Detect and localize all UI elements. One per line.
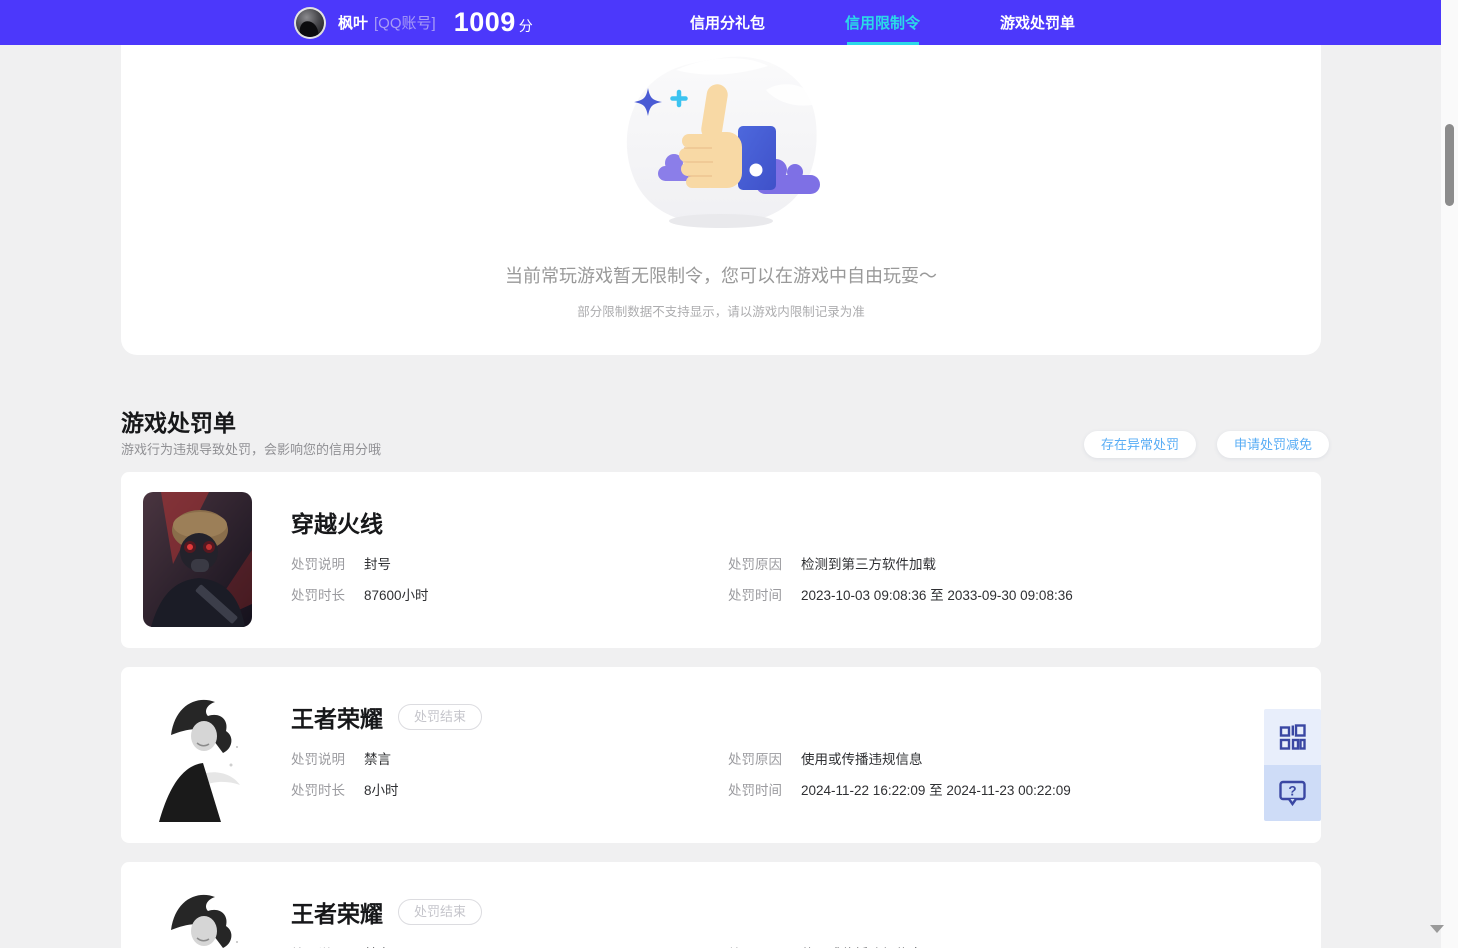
penalty-time-field: 处罚时间 2023-10-03 09:08:36 至 2033-09-30 09…	[728, 584, 1073, 604]
penalty-time-value: 2023-10-03 09:08:36 至 2033-09-30 09:08:3…	[801, 588, 1073, 603]
penalty-time-field: 处罚时间 2024-11-22 16:22:09 至 2024-11-23 00…	[728, 779, 1071, 799]
penalty-time-value: 2024-11-22 16:22:09 至 2024-11-23 00:22:0…	[801, 783, 1071, 798]
card-title-row: 穿越火线	[291, 508, 383, 537]
penalty-card: 穿越火线 处罚说明 封号 处罚原因 检测到第三方软件加载 处罚时长 87600小…	[121, 472, 1321, 648]
penalty-reason-label: 处罚原因	[728, 752, 782, 767]
card-title-row: 王者荣耀 处罚结束	[291, 703, 483, 732]
penalty-duration-value: 8小时	[364, 783, 399, 798]
penalty-card: 王者荣耀 处罚结束 处罚说明 禁言 处罚原因 使用或传播违规信息	[121, 862, 1321, 948]
penalty-desc-value: 禁言	[364, 943, 391, 948]
scroll-down-arrow-icon[interactable]	[1430, 925, 1444, 933]
top-navbar: 枫叶 [QQ账号] 1009 分 信用分礼包 信用限制令 游戏处罚单	[0, 0, 1441, 45]
penalty-desc-value: 禁言	[364, 752, 391, 767]
honor-of-kings-game-art	[143, 687, 252, 822]
penalty-section-subtitle: 游戏行为违规导致处罚，会影响您的信用分哦	[121, 442, 382, 457]
penalty-finished-badge: 处罚结束	[398, 899, 483, 925]
penalty-reason-field: 处罚原因 检测到第三方软件加载	[728, 553, 936, 573]
penalty-card-list: 穿越火线 处罚说明 封号 处罚原因 检测到第三方软件加载 处罚时长 87600小…	[121, 472, 1321, 948]
penalty-reason-field: 处罚原因 使用或传播违规信息	[728, 943, 923, 948]
penalty-row-1: 处罚说明 禁言 处罚原因 使用或传播违规信息	[291, 943, 1301, 948]
restriction-empty-panel: 当前常玩游戏暂无限制令，您可以在游戏中自由玩耍～ 部分限制数据不支持显示，请以游…	[121, 45, 1321, 355]
penalty-reason-field: 处罚原因 使用或传播违规信息	[728, 748, 923, 768]
penalty-actions: 存在异常处罚 申请处罚减免	[1084, 431, 1330, 458]
user-avatar[interactable]	[294, 6, 326, 39]
penalty-desc-field: 处罚说明 禁言	[291, 748, 391, 768]
credit-score-unit: 分	[518, 17, 533, 34]
penalty-desc-label: 处罚说明	[291, 943, 364, 948]
thumbs-up-illustration	[626, 56, 820, 228]
abnormal-penalty-button[interactable]: 存在异常处罚	[1084, 431, 1197, 458]
scrollbar-thumb[interactable]	[1445, 124, 1454, 206]
credit-score: 1009	[453, 7, 516, 37]
penalty-finished-badge: 处罚结束	[398, 704, 483, 730]
penalty-reason-value: 检测到第三方软件加载	[801, 557, 936, 572]
help-button[interactable]: ?	[1264, 765, 1321, 821]
nav-tab-1[interactable]: 信用限制令	[805, 0, 960, 45]
penalty-time-label: 处罚时间	[728, 588, 782, 603]
game-thumbnail	[143, 882, 252, 948]
penalty-desc-label: 处罚说明	[291, 752, 345, 767]
card-title-row: 王者荣耀 处罚结束	[291, 898, 483, 927]
penalty-desc-field: 处罚说明 封号	[291, 553, 391, 573]
question-mark-glyph: ?	[1288, 784, 1296, 799]
game-title: 穿越火线	[291, 511, 383, 537]
account-type-tag: [QQ账号]	[374, 15, 436, 32]
penalty-row-1: 处罚说明 禁言 处罚原因 使用或传播违规信息	[291, 748, 1301, 768]
penalty-row-2: 处罚时长 87600小时 处罚时间 2023-10-03 09:08:36 至 …	[291, 584, 1301, 604]
empty-state-title: 当前常玩游戏暂无限制令，您可以在游戏中自由玩耍～	[505, 266, 937, 286]
game-credit-page: 枫叶 [QQ账号] 1009 分 信用分礼包 信用限制令 游戏处罚单 当前常玩游…	[0, 0, 1458, 948]
penalty-reason-label: 处罚原因	[728, 943, 801, 948]
penalty-row-1: 处罚说明 封号 处罚原因 检测到第三方软件加载	[291, 553, 1301, 573]
penalty-duration-label: 处罚时长	[291, 588, 345, 603]
penalty-reason-value: 使用或传播违规信息	[801, 752, 923, 767]
penalty-duration-field: 处罚时长 8小时	[291, 779, 399, 799]
user-block: 枫叶 [QQ账号] 1009 分	[294, 0, 533, 45]
penalty-card: 王者荣耀 处罚结束 处罚说明 禁言 处罚原因 使用或传播违规信息 处罚时长 8小…	[121, 667, 1321, 843]
penalty-desc-label: 处罚说明	[291, 557, 345, 572]
penalty-relief-button[interactable]: 申请处罚减免	[1217, 431, 1330, 458]
game-thumbnail	[143, 687, 252, 822]
nav-tab-0[interactable]: 信用分礼包	[650, 0, 805, 45]
qr-code-button[interactable]	[1264, 709, 1321, 765]
nav-tab-2[interactable]: 游戏处罚单	[960, 0, 1115, 45]
game-title: 王者荣耀	[291, 706, 383, 732]
penalty-time-label: 处罚时间	[728, 783, 782, 798]
game-title: 王者荣耀	[291, 901, 383, 927]
crossfire-game-art	[143, 492, 252, 627]
empty-state-note: 部分限制数据不支持显示，请以游戏内限制记录为准	[577, 305, 865, 319]
penalty-duration-label: 处罚时长	[291, 783, 345, 798]
penalty-section-title: 游戏处罚单	[121, 410, 236, 436]
penalty-desc-value: 封号	[364, 557, 391, 572]
page-scrollbar[interactable]	[1430, 0, 1458, 948]
penalty-reason-value: 使用或传播违规信息	[801, 943, 923, 948]
penalty-duration-field: 处罚时长 87600小时	[291, 584, 429, 604]
penalty-desc-field: 处罚说明 禁言	[291, 943, 391, 948]
help-bubble-icon: ?	[1279, 780, 1306, 807]
penalty-row-2: 处罚时长 8小时 处罚时间 2024-11-22 16:22:09 至 2024…	[291, 779, 1301, 799]
honor-of-kings-game-art	[143, 882, 252, 948]
user-name: 枫叶	[338, 15, 369, 32]
qr-code-icon	[1279, 723, 1306, 750]
nav-tabs: 信用分礼包 信用限制令 游戏处罚单	[650, 0, 1115, 45]
game-thumbnail	[143, 492, 252, 627]
penalty-duration-value: 87600小时	[364, 588, 429, 603]
penalty-reason-label: 处罚原因	[728, 557, 782, 572]
